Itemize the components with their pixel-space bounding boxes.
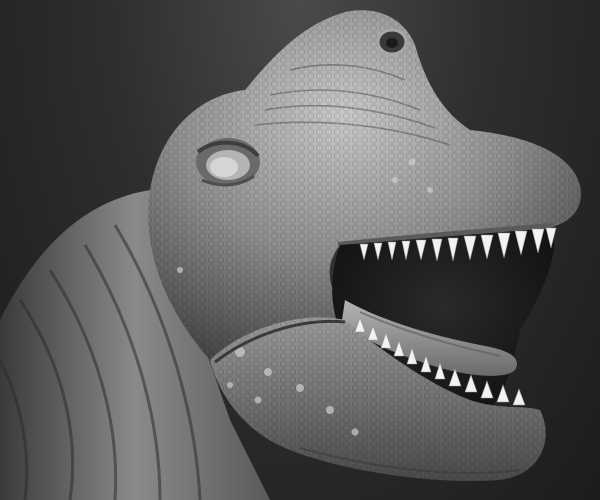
render-viewport <box>0 0 600 500</box>
eye-icon <box>196 138 260 187</box>
dinosaur-head-sculpt-icon <box>0 10 581 500</box>
